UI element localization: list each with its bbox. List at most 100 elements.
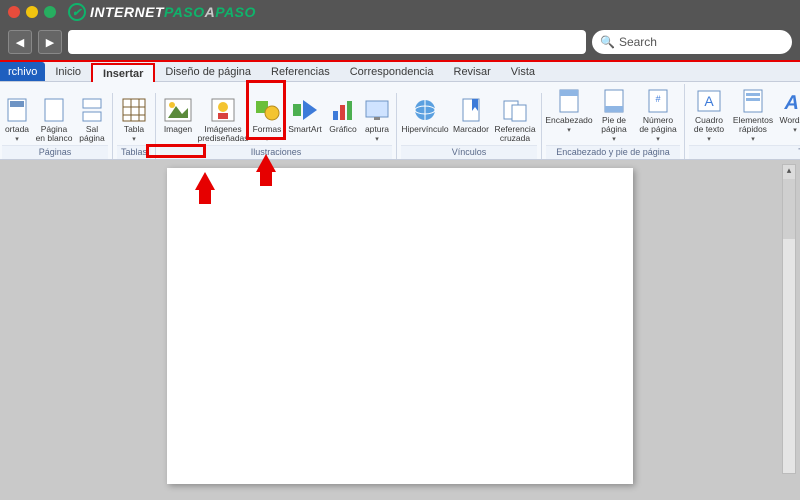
shapes-icon: [252, 96, 282, 124]
group-encabezado-caption: Encabezado y pie de página: [546, 145, 680, 159]
forward-button[interactable]: ▶: [38, 30, 62, 54]
tab-insertar[interactable]: Insertar: [91, 63, 155, 82]
svg-text:#: #: [655, 94, 660, 104]
cmd-hipervinculo[interactable]: Hipervínculo: [401, 95, 449, 135]
group-texto: A Cuadro de texto▾ Elementos rápidos▾ A …: [685, 84, 800, 159]
cmd-salto-pagina[interactable]: Sal página: [76, 95, 108, 144]
cmd-tabla[interactable]: Tabla▾: [117, 95, 151, 144]
tab-diseno-pagina[interactable]: Diseño de página: [155, 62, 261, 81]
site-logo: ✔ INTERNET PASO A PASO: [68, 3, 256, 21]
hyperlink-icon: [410, 96, 440, 124]
cmd-refcruzada-label: Referencia cruzada: [494, 125, 536, 143]
bookmark-icon: [456, 96, 486, 124]
cmd-wordart[interactable]: A WordArt▾: [777, 86, 800, 135]
logo-text-4: PASO: [215, 4, 256, 20]
cmd-tabla-label: Tabla: [124, 125, 144, 134]
vertical-scrollbar[interactable]: ▴: [782, 164, 796, 474]
page-number-icon: #: [643, 87, 673, 115]
cmd-imagenes-predisenadas[interactable]: Imágenes prediseñadas: [198, 95, 248, 144]
smartart-icon: [290, 96, 320, 124]
svg-text:A: A: [704, 93, 714, 109]
ribbon: ortada▾ Página en blanco Sal página Pági…: [0, 82, 800, 160]
group-tablas: Tabla▾ Tablas: [113, 93, 156, 159]
picture-icon: [163, 96, 193, 124]
logo-text-1: INTERNET: [90, 4, 164, 20]
cmd-portada-label: ortada: [5, 125, 29, 134]
tutorial-arrow-ilustraciones: [195, 172, 215, 190]
zoom-dot[interactable]: [44, 6, 56, 18]
search-box[interactable]: 🔍 Search: [592, 30, 792, 54]
cmd-encabezado-label: Encabezado: [545, 116, 592, 125]
logo-text-3: A: [205, 4, 216, 20]
footer-icon: [599, 87, 629, 115]
cover-page-icon: [2, 96, 32, 124]
group-paginas-caption: Páginas: [2, 145, 108, 159]
tab-inicio[interactable]: Inicio: [45, 62, 91, 81]
file-tab[interactable]: rchivo: [0, 62, 45, 81]
back-button[interactable]: ◀: [8, 30, 32, 54]
cmd-smartart-label: SmartArt: [288, 125, 322, 134]
group-encabezado-pie: Encabezado▾ Pie de página▾ # Número de p…: [542, 84, 685, 159]
cmd-rapidos-label: Elementos rápidos: [732, 116, 774, 134]
cmd-imagen-label: Imagen: [164, 125, 192, 134]
group-vinculos-caption: Vínculos: [401, 145, 537, 159]
header-icon: [554, 87, 584, 115]
cmd-marcador[interactable]: Marcador: [451, 95, 491, 135]
cmd-imagen[interactable]: Imagen: [160, 95, 196, 135]
logo-mark-icon: ✔: [68, 3, 86, 21]
cmd-smartart[interactable]: SmartArt: [286, 95, 324, 135]
blank-page-icon: [39, 96, 69, 124]
crossref-icon: [500, 96, 530, 124]
group-texto-caption: Texto: [689, 145, 800, 159]
tab-correspondencia[interactable]: Correspondencia: [340, 62, 444, 81]
cmd-wordart-label: WordArt: [779, 116, 800, 125]
search-placeholder: Search: [619, 35, 657, 49]
scroll-thumb[interactable]: [783, 179, 795, 239]
ribbon-tabstrip: rchivo Inicio Insertar Diseño de página …: [0, 62, 800, 82]
cmd-encabezado[interactable]: Encabezado▾: [546, 86, 592, 135]
cmd-referencia-cruzada[interactable]: Referencia cruzada: [493, 95, 537, 144]
chart-icon: [328, 96, 358, 124]
scroll-up-arrow[interactable]: ▴: [783, 165, 795, 179]
browser-navbar: ◀ ▶ 🔍 Search: [0, 24, 800, 60]
cmd-formas-label: Formas: [253, 125, 282, 134]
cmd-pie-pagina[interactable]: Pie de página▾: [594, 86, 634, 144]
cmd-numero-label: Número de página: [637, 116, 679, 134]
cmd-cuadro-texto[interactable]: A Cuadro de texto▾: [689, 86, 729, 144]
group-ilustraciones-caption: Ilustraciones: [160, 145, 392, 159]
cmd-portada[interactable]: ortada▾: [2, 95, 32, 144]
wordart-icon: A: [780, 87, 800, 115]
cmd-grafico[interactable]: Gráfico: [326, 95, 360, 135]
cmd-elementos-rapidos[interactable]: Elementos rápidos▾: [731, 86, 775, 144]
close-dot[interactable]: [8, 6, 20, 18]
textbox-icon: A: [694, 87, 724, 115]
group-vinculos: Hipervínculo Marcador Referencia cruzada…: [397, 93, 542, 159]
cmd-captura[interactable]: aptura▾: [362, 95, 392, 144]
document-area: ▴: [0, 160, 800, 500]
tab-vista[interactable]: Vista: [501, 62, 545, 81]
screenshot-icon: [362, 96, 392, 124]
table-icon: [119, 96, 149, 124]
cmd-pagina-blanco[interactable]: Página en blanco: [34, 95, 74, 144]
quickparts-icon: [738, 87, 768, 115]
svg-text:A: A: [782, 92, 800, 113]
tab-referencias[interactable]: Referencias: [261, 62, 340, 81]
cmd-captura-label: aptura: [365, 125, 389, 134]
search-icon: 🔍: [600, 35, 615, 49]
tutorial-arrow-grafico: [256, 154, 276, 172]
group-ilustraciones: Imagen Imágenes prediseñadas Formas▾ Sma…: [156, 93, 397, 159]
cmd-formas[interactable]: Formas▾: [250, 95, 284, 144]
cmd-cuadro-label: Cuadro de texto: [690, 116, 728, 134]
clipart-icon: [208, 96, 238, 124]
cmd-salto-label: Sal página: [79, 125, 105, 143]
page-break-icon: [77, 96, 107, 124]
cmd-numero-pagina[interactable]: # Número de página▾: [636, 86, 680, 144]
cmd-marcador-label: Marcador: [453, 125, 489, 134]
cmd-pie-label: Pie de página: [595, 116, 633, 134]
browser-titlebar: ✔ INTERNET PASO A PASO: [0, 0, 800, 24]
minimize-dot[interactable]: [26, 6, 38, 18]
document-page[interactable]: [167, 168, 633, 484]
address-bar[interactable]: [68, 30, 586, 54]
tab-revisar[interactable]: Revisar: [444, 62, 501, 81]
group-tablas-caption: Tablas: [117, 145, 151, 159]
